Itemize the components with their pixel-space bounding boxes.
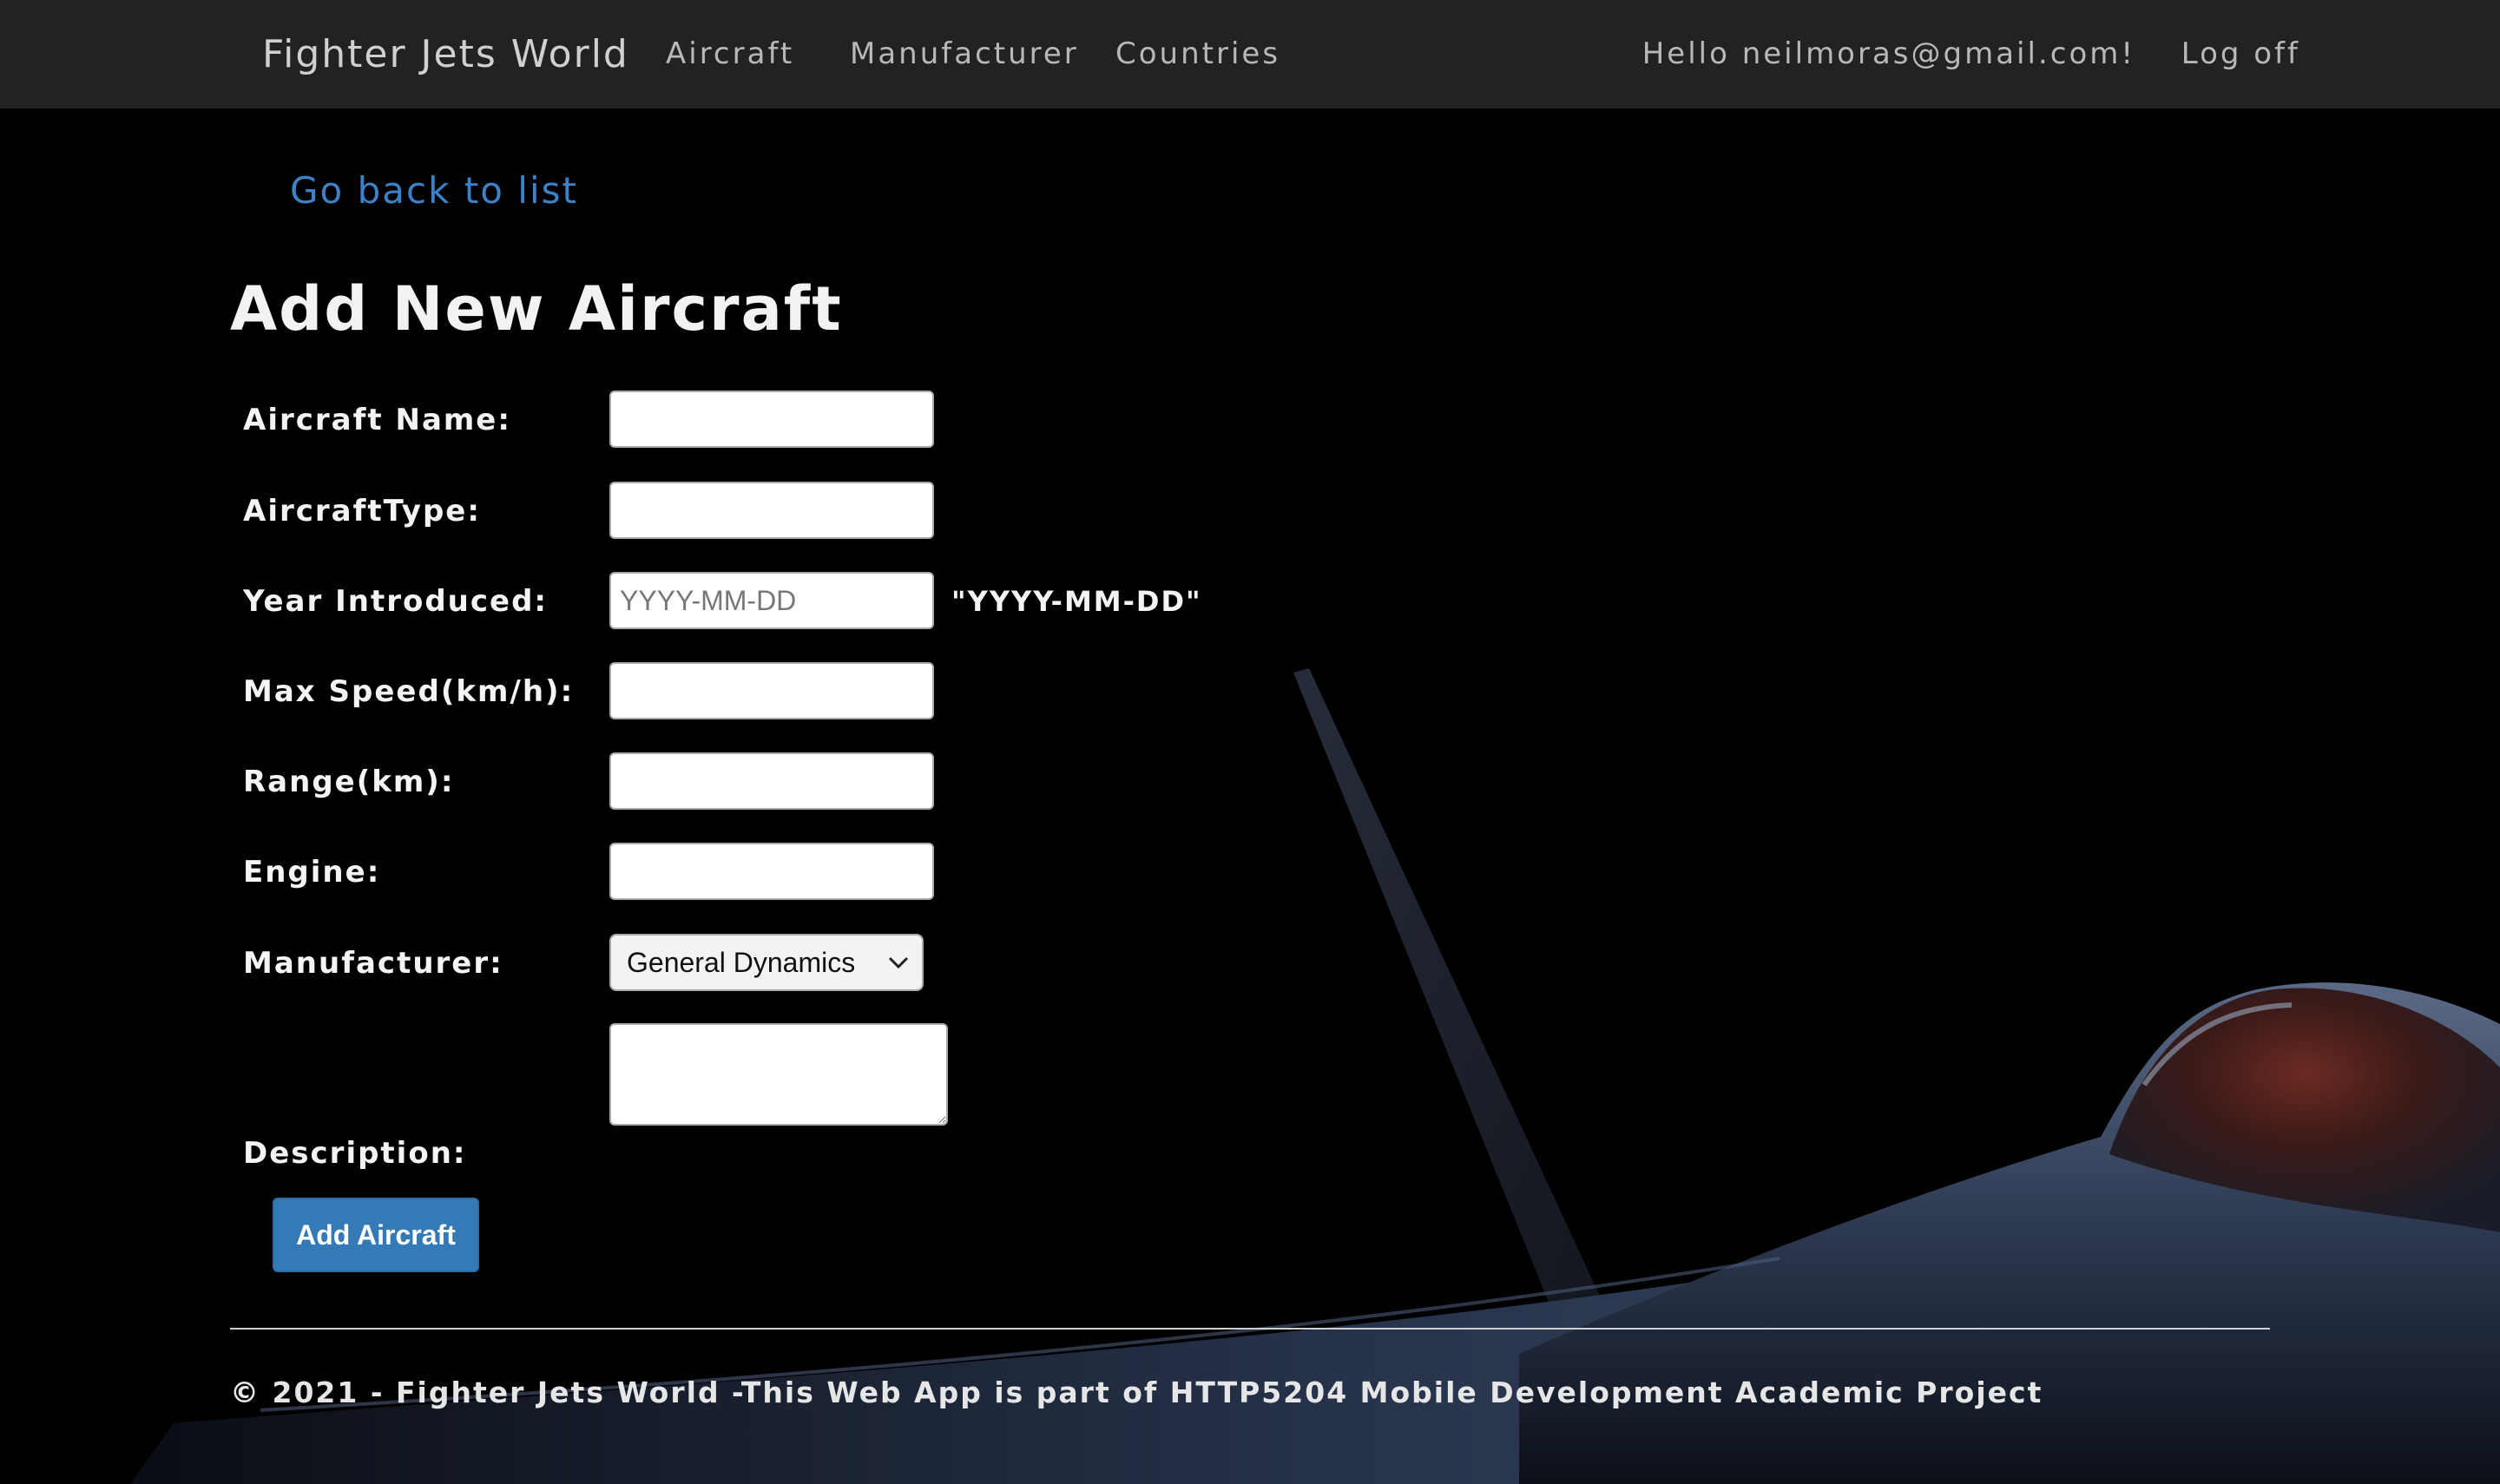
add-aircraft-button[interactable]: Add Aircraft (273, 1198, 479, 1272)
main-content: Go back to list Add New Aircraft Aircraf… (0, 108, 2500, 1484)
date-format-hint: "YYYY-MM-DD" (951, 585, 1202, 618)
max-speed-label: Max Speed(km/h): (243, 674, 575, 709)
manufacturer-selected-value: General Dynamics (627, 947, 856, 978)
form-row-manufacturer: Manufacturer: General Dynamics (243, 934, 1372, 993)
form-row-aircraft-name: Aircraft Name: (243, 391, 1372, 450)
aircraft-name-input[interactable] (609, 391, 934, 448)
form-row-engine: Engine: (243, 843, 1372, 902)
range-label: Range(km): (243, 765, 455, 799)
form-row-range: Range(km): (243, 752, 1372, 811)
form-row-max-speed: Max Speed(km/h): (243, 662, 1372, 721)
footer-divider (230, 1328, 2270, 1330)
year-introduced-input[interactable] (609, 572, 934, 629)
aircraft-type-label: AircraftType: (243, 494, 481, 529)
aircraft-type-input[interactable] (609, 482, 934, 539)
form-row-year-introduced: Year Introduced: "YYYY-MM-DD" (243, 572, 1372, 631)
max-speed-input[interactable] (609, 662, 934, 719)
user-greeting-link[interactable]: Hello neilmoras@gmail.com! (1642, 0, 2135, 108)
brand-link[interactable]: Fighter Jets World (262, 0, 629, 108)
nav-link-aircraft[interactable]: Aircraft (666, 0, 794, 108)
engine-label: Engine: (243, 855, 381, 890)
chevron-down-icon (888, 956, 909, 969)
footer-text: © 2021 - Fighter Jets World -This Web Ap… (230, 1376, 2043, 1409)
nav-link-manufacturer[interactable]: Manufacturer (850, 0, 1079, 108)
manufacturer-label: Manufacturer: (243, 946, 503, 981)
nav-link-countries[interactable]: Countries (1115, 0, 1280, 108)
description-label: Description: (243, 1136, 467, 1171)
year-introduced-label: Year Introduced: (243, 584, 549, 619)
page: Fighter Jets World Aircraft Manufacturer… (0, 0, 2500, 1484)
page-title: Add New Aircraft (230, 273, 843, 345)
form-row-aircraft-type: AircraftType: (243, 482, 1372, 541)
engine-input[interactable] (609, 843, 934, 900)
navbar: Fighter Jets World Aircraft Manufacturer… (0, 0, 2500, 108)
aircraft-name-label: Aircraft Name: (243, 403, 511, 437)
range-input[interactable] (609, 752, 934, 810)
back-to-list-link[interactable]: Go back to list (290, 169, 578, 212)
form-row-description: Description: (243, 1023, 1372, 1197)
manufacturer-select[interactable]: General Dynamics (609, 934, 924, 991)
log-off-link[interactable]: Log off (2181, 0, 2300, 108)
description-textarea[interactable] (609, 1023, 948, 1126)
